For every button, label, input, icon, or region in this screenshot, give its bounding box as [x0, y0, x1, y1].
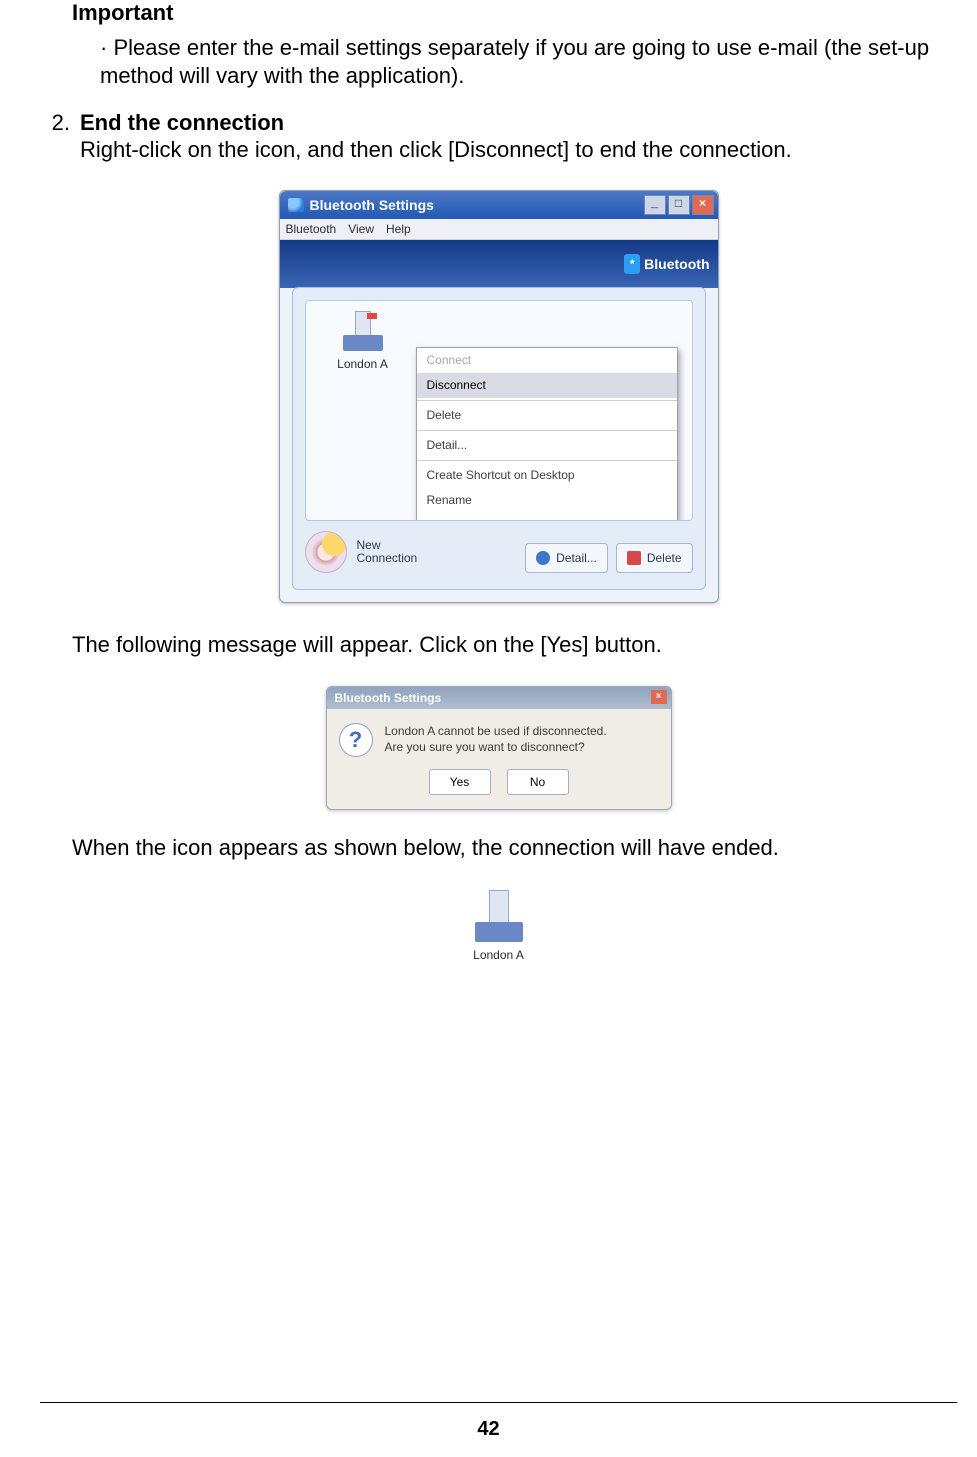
step-title: End the connection — [80, 110, 957, 136]
delete-button[interactable]: Delete — [616, 543, 693, 573]
after-screenshot1: The following message will appear. Click… — [72, 631, 957, 659]
bluetooth-settings-window: Bluetooth Settings _ □ × Bluetooth View … — [279, 190, 719, 603]
menu-view[interactable]: View — [348, 222, 374, 236]
new-connection-icon[interactable] — [305, 531, 347, 573]
close-button[interactable]: × — [692, 195, 714, 215]
device-disconnected: London A — [450, 886, 548, 962]
maximize-button[interactable]: □ — [668, 195, 690, 215]
dialog-close-button[interactable]: × — [651, 690, 667, 704]
context-menu: Connect Disconnect Delete Detail... Crea… — [416, 347, 678, 521]
dialog-message: London A cannot be used if disconnected.… — [385, 723, 607, 757]
info-icon — [536, 551, 550, 565]
device-london-a[interactable]: London A — [318, 311, 408, 371]
minimize-button[interactable]: _ — [644, 195, 666, 215]
bluetooth-settings-icon — [288, 198, 304, 212]
menu-bluetooth[interactable]: Bluetooth — [286, 222, 337, 236]
step-number: 2. — [40, 110, 70, 164]
lan-access-point-icon — [339, 311, 387, 355]
disconnected-device-label: London A — [450, 948, 548, 962]
detail-button[interactable]: Detail... — [525, 543, 608, 573]
context-menu-disconnect[interactable]: Disconnect — [417, 373, 677, 398]
context-menu-change-icons[interactable]: Change Icons... — [417, 513, 677, 521]
yes-button[interactable]: Yes — [429, 769, 491, 795]
page-number: 42 — [0, 1418, 977, 1441]
window-title: Bluetooth Settings — [310, 197, 434, 213]
context-menu-detail[interactable]: Detail... — [417, 433, 677, 458]
context-menu-connect[interactable]: Connect — [417, 348, 677, 373]
no-button[interactable]: No — [507, 769, 569, 795]
device-label: London A — [318, 357, 408, 371]
menu-help[interactable]: Help — [386, 222, 411, 236]
dialog-title: Bluetooth Settings — [335, 691, 442, 705]
important-bullet: · Please enter the e-mail settings separ… — [100, 34, 957, 90]
question-icon: ? — [339, 723, 373, 757]
context-menu-delete[interactable]: Delete — [417, 403, 677, 428]
disconnect-dialog: Bluetooth Settings × ? London A cannot b… — [326, 686, 672, 810]
important-heading: Important — [72, 0, 957, 26]
context-menu-rename[interactable]: Rename — [417, 488, 677, 513]
bluetooth-brand-label: Bluetooth — [644, 256, 709, 272]
context-menu-create-shortcut[interactable]: Create Shortcut on Desktop — [417, 463, 677, 488]
new-connection-label: New Connection — [357, 539, 418, 567]
page-rule — [40, 1402, 957, 1403]
after-screenshot2: When the icon appears as shown below, th… — [72, 834, 957, 862]
step-instruction: Right-click on the icon, and then click … — [80, 136, 957, 164]
delete-x-icon — [627, 551, 641, 565]
bluetooth-logo-icon: * — [624, 254, 640, 274]
